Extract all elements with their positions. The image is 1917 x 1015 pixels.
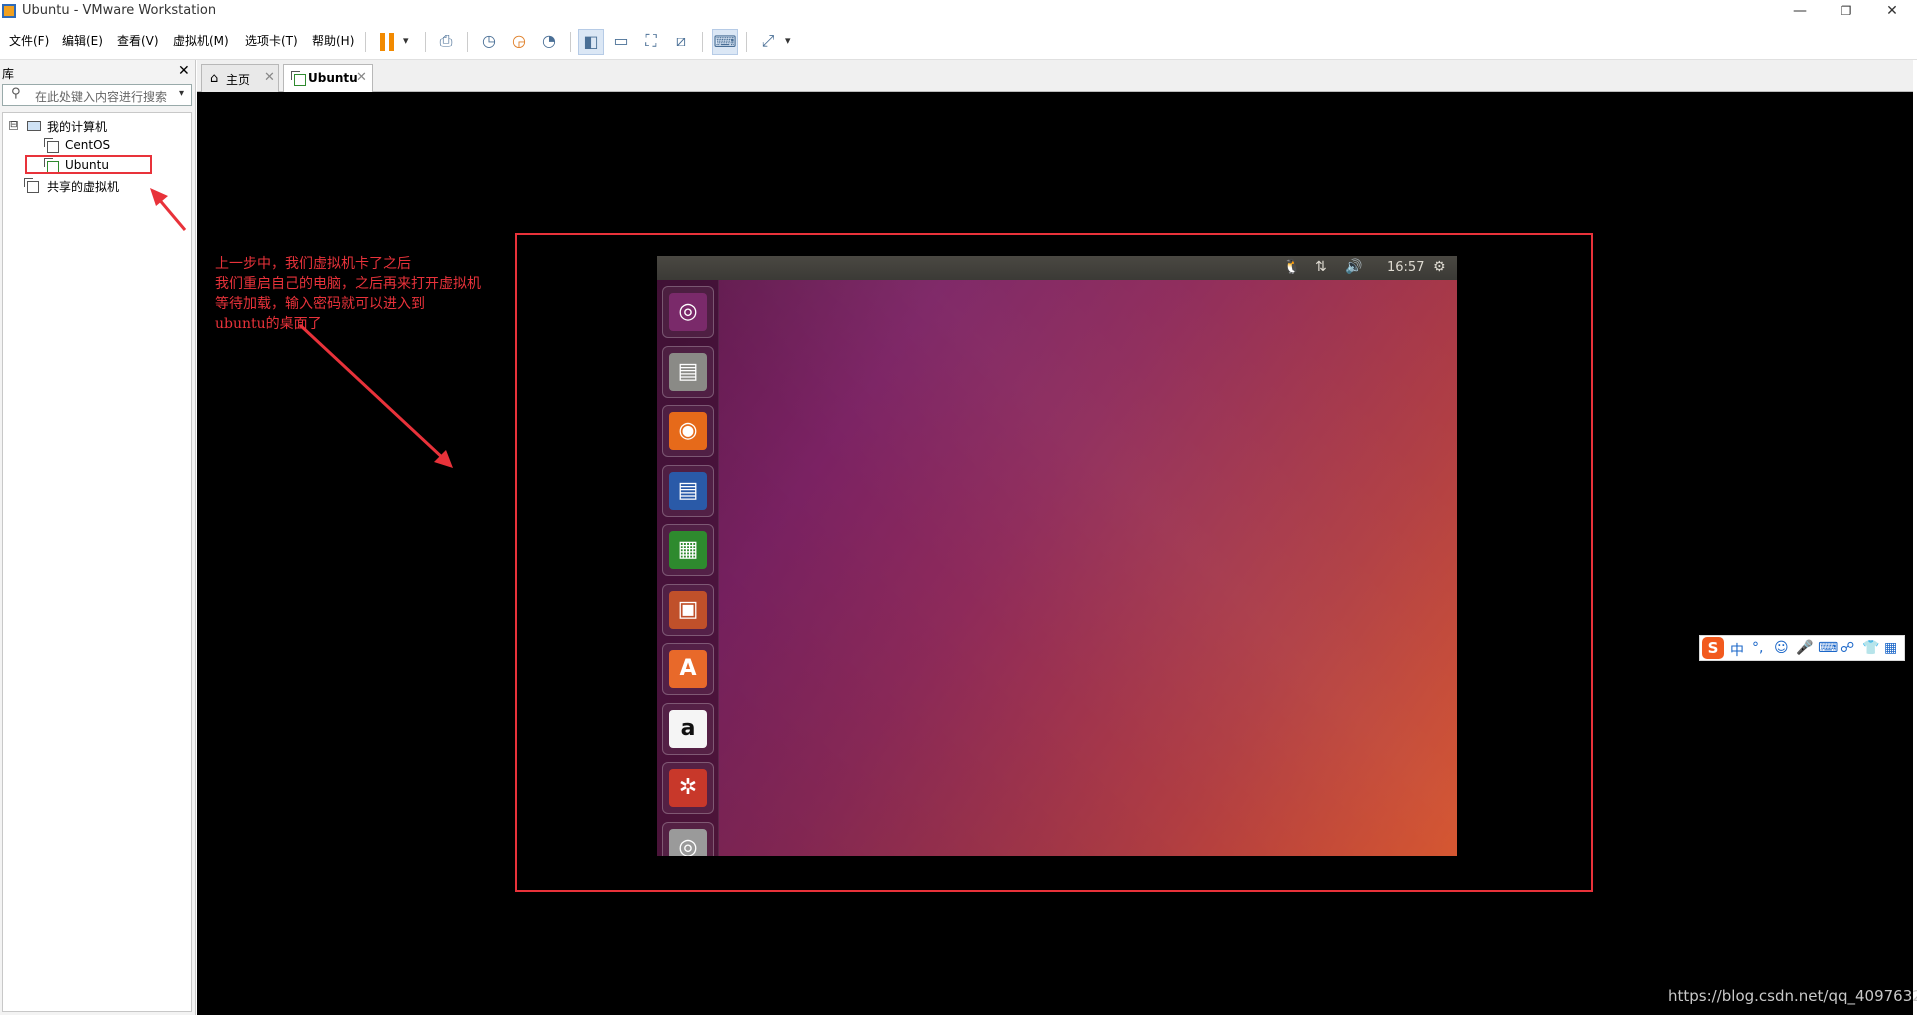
ime-toolbox-icon[interactable]: ▦ — [1884, 640, 1897, 656]
library-search-input[interactable]: ⚲ 在此处键入内容进行搜索 ▾ — [2, 84, 192, 106]
ime-emoji-icon[interactable]: ☺ — [1774, 640, 1789, 656]
ubuntu-highlight-box — [25, 155, 152, 174]
toolbar-separator — [702, 32, 703, 52]
ime-keyboard-icon[interactable]: ⌨ — [1818, 640, 1838, 656]
annotation-line: 等待加载，输入密码就可以进入到 — [215, 296, 425, 312]
send-ctrl-alt-del-icon[interactable]: ⎙ — [433, 29, 459, 55]
tab-ubuntu-close-icon[interactable]: ✕ — [356, 70, 367, 85]
search-dropdown-icon[interactable]: ▾ — [179, 88, 184, 99]
toolbar-separator — [425, 32, 426, 52]
title-bar: Ubuntu - VMware Workstation — ❐ ✕ — [0, 0, 1917, 22]
ime-punctuation-icon[interactable]: °, — [1752, 640, 1763, 656]
window-border — [1913, 60, 1917, 1015]
menu-tabs[interactable]: 选项卡(T) — [245, 32, 298, 49]
search-icon: ⚲ — [11, 86, 21, 101]
annotation-frame — [515, 233, 1593, 892]
stretch-guest-icon[interactable]: ⤢ — [755, 29, 781, 55]
tab-home-close-icon[interactable]: ✕ — [264, 70, 275, 85]
stretch-dropdown-icon[interactable]: ▾ — [785, 34, 791, 47]
ime-chinese-mode-icon[interactable]: 中 — [1730, 640, 1744, 660]
tab-home-label: 主页 — [226, 73, 251, 87]
annotation-line: 我们重启自己的电脑，之后再来打开虚拟机 — [215, 276, 481, 292]
library-panel: 库 ✕ ⚲ 在此处键入内容进行搜索 ▾ ⊟ 我的计算机 CentOS Ubunt… — [0, 60, 196, 1015]
power-dropdown-icon[interactable]: ▾ — [403, 34, 409, 47]
window-title: Ubuntu - VMware Workstation — [22, 3, 217, 18]
library-tree: ⊟ 我的计算机 CentOS Ubuntu 共享的虚拟机 — [2, 112, 192, 1012]
annotation-text: 上一步中，我们虚拟机卡了之后 我们重启自己的电脑，之后再来打开虚拟机 等待加载，… — [215, 254, 535, 334]
pause-icon[interactable] — [380, 33, 396, 51]
console-view-icon[interactable]: ⌨ — [712, 29, 738, 55]
toolbar-separator — [467, 32, 468, 52]
snapshot-manager-icon[interactable]: ◔ — [536, 29, 562, 55]
ime-skin-icon[interactable]: 👕 — [1862, 640, 1879, 656]
tab-ubuntu-label: Ubuntu — [308, 71, 358, 85]
home-icon: ⌂ — [210, 71, 219, 86]
toolbar-separator — [365, 32, 366, 52]
ime-toolbar: S 中 °, ☺ 🎤 ⌨ ☍ 👕 ▦ — [1699, 635, 1905, 661]
tab-ubuntu[interactable]: Ubuntu ✕ — [283, 64, 373, 93]
ime-voice-icon[interactable]: 🎤 — [1796, 640, 1813, 656]
vm-running-icon — [291, 71, 306, 86]
minimize-button[interactable]: — — [1777, 0, 1823, 22]
menu-toolbar: 文件(F) 编辑(E) 查看(V) 虚拟机(M) 选项卡(T) 帮助(H) ▾ … — [0, 22, 1917, 60]
unity-icon[interactable]: ⧄ — [668, 29, 694, 55]
tab-strip: ⌂ 主页 ✕ Ubuntu ✕ — [197, 60, 1917, 93]
thumbnail-view-icon[interactable]: ▭ — [608, 29, 634, 55]
fullscreen-icon[interactable]: ⛶ — [638, 29, 664, 55]
tree-label-shared-vms: 共享的虚拟机 — [47, 180, 120, 194]
menu-file[interactable]: 文件(F) — [9, 32, 49, 49]
computer-icon — [27, 121, 41, 131]
library-title: 库 — [2, 67, 15, 81]
toolbar-separator — [570, 32, 571, 52]
menu-vm[interactable]: 虚拟机(M) — [173, 32, 229, 49]
revert-snapshot-icon[interactable]: ◶ — [506, 29, 532, 55]
search-placeholder: 在此处键入内容进行搜索 — [35, 90, 168, 104]
tree-label-centos: CentOS — [65, 138, 111, 152]
watermark: https://blog.csdn.net/qq_40976321 — [1668, 987, 1917, 1005]
collapse-icon[interactable]: ⊟ — [9, 121, 18, 130]
annotation-line: ubuntu的桌面了 — [215, 316, 322, 332]
annotation-line: 上一步中，我们虚拟机卡了之后 — [215, 256, 411, 272]
ime-handwriting-icon[interactable]: ☍ — [1840, 640, 1854, 656]
vmware-logo-icon — [2, 4, 16, 18]
close-button[interactable]: ✕ — [1869, 0, 1915, 22]
shared-vm-icon — [24, 178, 39, 193]
library-close-icon[interactable]: ✕ — [178, 63, 190, 79]
sogou-logo-icon[interactable]: S — [1702, 637, 1724, 659]
library-header: 库 ✕ — [0, 62, 196, 81]
tree-label-my-computer: 我的计算机 — [47, 120, 108, 134]
menu-help[interactable]: 帮助(H) — [312, 32, 354, 49]
tab-home[interactable]: ⌂ 主页 ✕ — [201, 64, 279, 92]
snapshot-icon[interactable]: ◷ — [476, 29, 502, 55]
restore-button[interactable]: ❐ — [1823, 0, 1869, 22]
toolbar-separator — [746, 32, 747, 52]
menu-edit[interactable]: 编辑(E) — [62, 32, 103, 49]
show-library-icon[interactable]: ◧ — [578, 29, 604, 55]
vm-icon — [44, 138, 59, 153]
menu-view[interactable]: 查看(V) — [117, 32, 159, 49]
